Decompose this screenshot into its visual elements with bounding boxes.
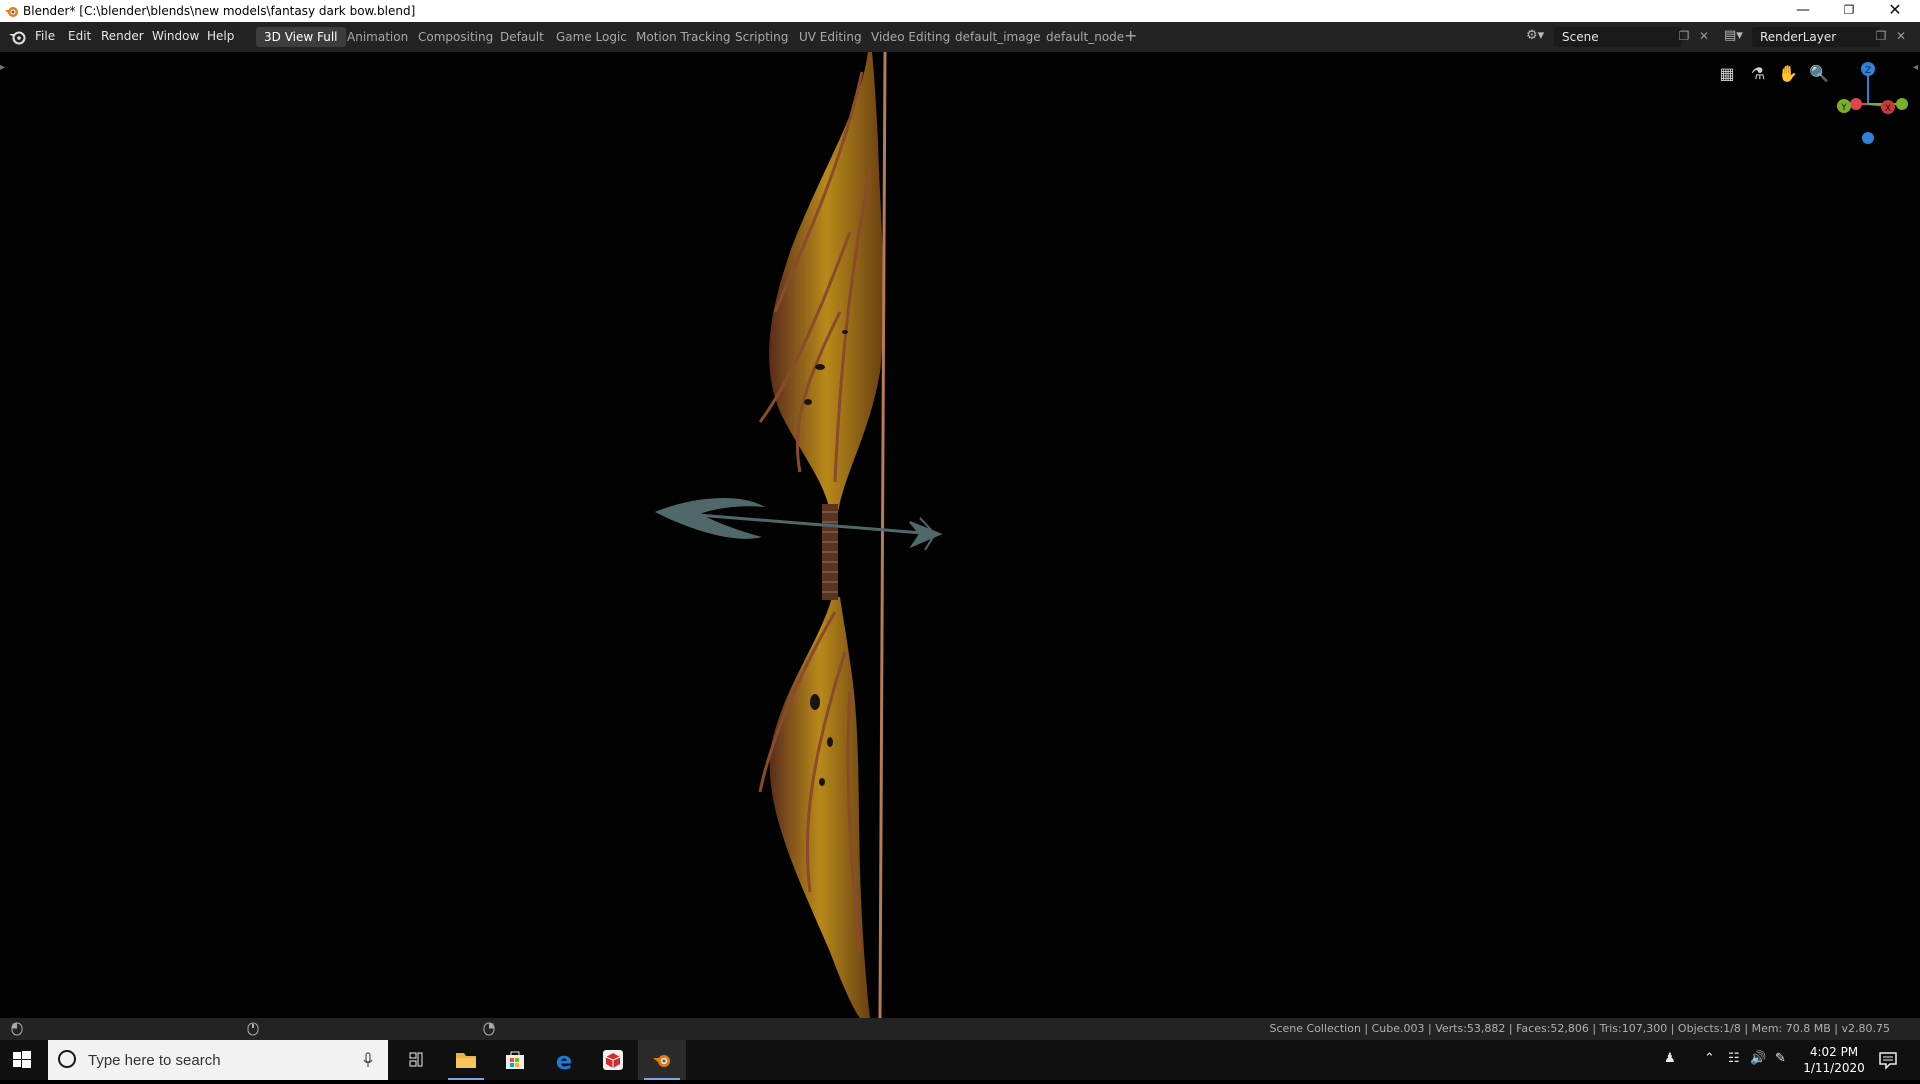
render-layer-field[interactable]: RenderLayer	[1752, 27, 1880, 47]
bow-grip	[822, 504, 838, 600]
search-placeholder: Type here to search	[88, 1052, 221, 1069]
gizmo-neg-x-axis[interactable]	[1850, 98, 1862, 110]
action-center-icon[interactable]	[1878, 1050, 1898, 1070]
volume-icon[interactable]: 🔊	[1750, 1051, 1766, 1066]
camera-view-icon[interactable]: ⚗	[1745, 61, 1771, 87]
edge-icon: e	[556, 1047, 572, 1075]
add-workspace-button[interactable]: +	[1124, 26, 1137, 45]
tab-default-node[interactable]: default_node	[1038, 27, 1132, 47]
scene-statistics: Scene Collection | Cube.003 | Verts:53,8…	[1269, 1022, 1890, 1035]
svg-text:e: e	[556, 1047, 572, 1075]
cortana-icon	[58, 1050, 76, 1068]
menu-file[interactable]: File	[35, 29, 55, 43]
bow-model-render	[655, 52, 943, 1018]
gizmo-neg-z-axis[interactable]	[1862, 132, 1874, 144]
tab-uv-editing[interactable]: UV Editing	[791, 27, 870, 47]
blender-logo-icon	[5, 7, 18, 17]
scene-name-field[interactable]: Scene	[1554, 27, 1682, 47]
navigation-gizmo[interactable]: Z Y X	[1822, 58, 1910, 148]
mouse-right-icon	[483, 1022, 495, 1036]
tab-3d-view-full[interactable]: 3D View Full	[256, 27, 346, 47]
window-titlebar: Blender* [C:\blender\blends\new models\f…	[0, 0, 1920, 22]
edge-browser-button[interactable]: e	[540, 1040, 588, 1080]
svg-text:X: X	[1885, 104, 1891, 114]
tab-scripting[interactable]: Scripting	[727, 27, 796, 47]
mouse-middle-icon	[247, 1022, 259, 1036]
bowstring	[878, 52, 887, 1018]
clock-time: 4:02 PM	[1809, 1045, 1859, 1059]
scene-selector-icon[interactable]: ⚙▾	[1526, 28, 1550, 46]
pen-workspace-icon[interactable]: ✎	[1775, 1051, 1786, 1066]
network-icon[interactable]: ☷	[1728, 1051, 1740, 1066]
blender-menu-icon[interactable]	[8, 28, 28, 46]
folder-icon	[456, 1053, 476, 1068]
restore-button[interactable]: ❐	[1826, 0, 1872, 22]
status-bar: Scene Collection | Cube.003 | Verts:53,8…	[0, 1018, 1920, 1040]
arrow	[655, 497, 943, 551]
pan-hand-icon[interactable]: ✋	[1775, 61, 1801, 87]
taskbar-search-box[interactable]: Type here to search	[48, 1040, 388, 1080]
3d-viewport[interactable]: ▸ ◂ ▦ ⚗ ✋ 🔍 Z Y X	[0, 52, 1920, 1018]
gizmo-y-axis[interactable]	[1896, 98, 1908, 110]
svg-text:Z: Z	[1865, 66, 1871, 76]
toggle-camera-ortho-icon[interactable]: ▦	[1714, 61, 1740, 87]
red-cube-app-icon	[603, 1050, 623, 1070]
bow-lower-limb	[758, 597, 870, 1018]
menu-help[interactable]: Help	[207, 29, 234, 43]
windows-start-icon[interactable]	[12, 1050, 32, 1070]
blender-taskbar-button[interactable]	[638, 1040, 686, 1080]
taskbar-clock[interactable]: 4:02 PM 1/11/2020	[1800, 1044, 1868, 1076]
show-hidden-icons-chevron-icon[interactable]: ⌃	[1704, 1051, 1715, 1066]
new-scene-icon[interactable]: ❐	[1677, 29, 1691, 43]
blender-topbar: File Edit Render Window Help 3D View Ful…	[0, 22, 1920, 52]
view-layer-selector-icon[interactable]: ▤▾	[1724, 28, 1748, 46]
microphone-icon[interactable]	[363, 1052, 373, 1068]
tab-default-image[interactable]: default_image	[947, 27, 1049, 47]
task-view-button[interactable]	[392, 1040, 440, 1080]
red-app-button[interactable]	[589, 1040, 637, 1080]
menu-window[interactable]: Window	[152, 29, 199, 43]
tab-compositing[interactable]: Compositing	[410, 27, 501, 47]
minimize-button[interactable]: —	[1780, 0, 1826, 22]
mouse-left-icon	[11, 1022, 23, 1036]
tab-motion-tracking[interactable]: Motion Tracking	[628, 27, 738, 47]
new-view-layer-icon[interactable]: ❐	[1874, 29, 1888, 43]
tab-video-editing[interactable]: Video Editing	[863, 27, 958, 47]
clock-date: 1/11/2020	[1803, 1061, 1865, 1075]
file-explorer-button[interactable]	[442, 1040, 490, 1080]
close-button[interactable]: ✕	[1872, 0, 1918, 22]
tab-animation[interactable]: Animation	[339, 27, 416, 47]
menu-render[interactable]: Render	[101, 29, 144, 43]
menu-edit[interactable]: Edit	[68, 29, 91, 43]
task-view-icon	[409, 1052, 423, 1067]
svg-text:Y: Y	[1840, 103, 1847, 113]
store-bag-icon	[506, 1051, 524, 1069]
tab-default[interactable]: Default	[492, 27, 552, 47]
people-icon[interactable]: ♟	[1664, 1051, 1676, 1066]
tab-game-logic[interactable]: Game Logic	[548, 27, 635, 47]
window-title: Blender* [C:\blender\blends\new models\f…	[23, 4, 416, 18]
delete-view-layer-icon[interactable]: ✕	[1894, 29, 1908, 43]
bow-upper-limb	[758, 52, 884, 512]
store-button[interactable]	[491, 1040, 539, 1080]
windows-taskbar: Type here to search e ♟ ⌃ ☷ 🔊 ✎ 4:02 PM …	[0, 1040, 1920, 1080]
delete-scene-icon[interactable]: ✕	[1697, 29, 1711, 43]
blender-taskbar-icon	[653, 1055, 670, 1067]
